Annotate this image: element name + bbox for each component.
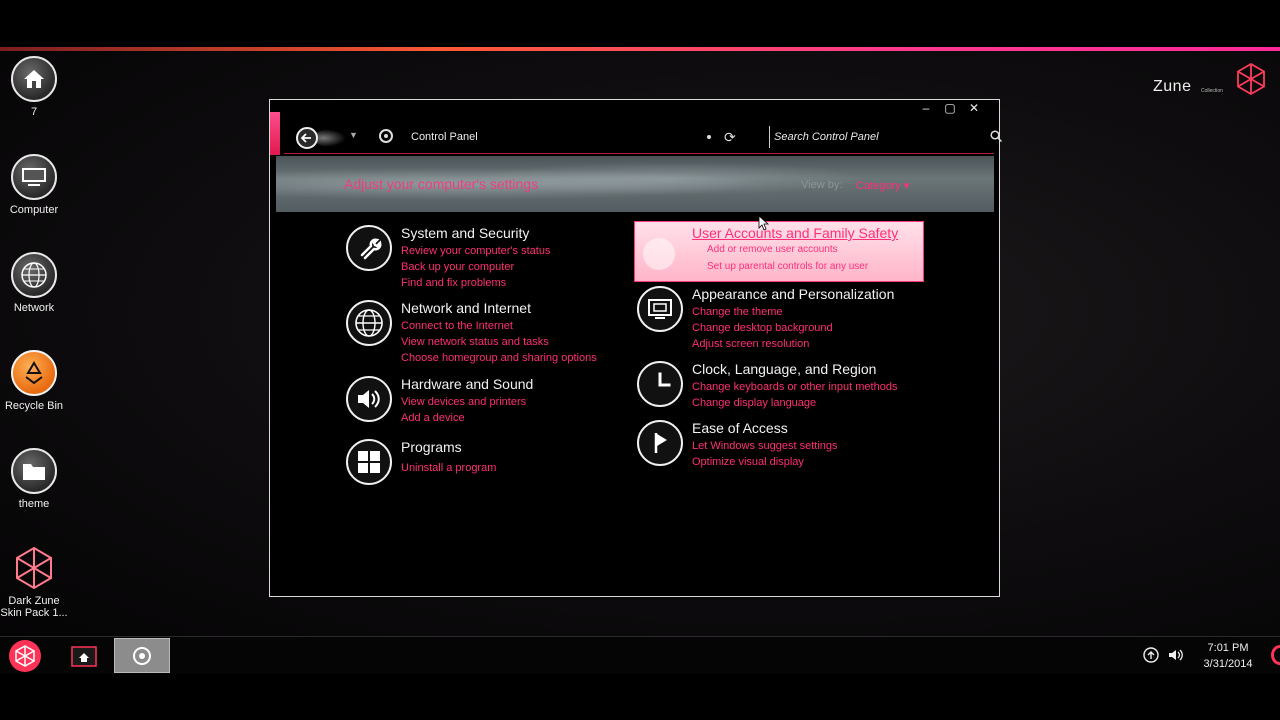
folder-icon [11,448,57,494]
gear-icon [133,646,151,665]
breadcrumb-control-panel[interactable]: Control Panel [411,131,478,143]
desktop-accent-stripe [0,47,1280,51]
category-link[interactable]: Set up parental controls for any user [707,261,868,272]
category-link[interactable]: Find and fix problems [401,275,550,291]
category-link[interactable]: Uninstall a program [401,460,496,476]
view-by-dropdown[interactable]: Category ▾ [856,179,909,192]
wrench-icon[interactable] [346,225,392,271]
desktop-icon-recycle-bin[interactable]: Recycle Bin [0,350,68,412]
desktop-icon-dark-zune[interactable]: Dark Zune Skin Pack 1... [0,545,68,619]
address-dot [707,135,711,139]
letterbox-bottom [0,674,1280,720]
category-title[interactable]: Appearance and Personalization [692,286,894,302]
category-link[interactable]: Adjust screen resolution [692,336,833,352]
category-link[interactable]: Optimize visual display [692,454,838,470]
windows-grid-icon[interactable] [346,439,392,485]
category-link[interactable]: Change desktop background [692,320,833,336]
zune-logo: Zune Collection [1150,60,1270,100]
clock-time: 7:01 PM [1207,642,1249,654]
letterbox-top [0,0,1280,48]
category-title[interactable]: Network and Internet [401,300,531,316]
window-controls: – ▢ ✕ [919,101,981,115]
history-dropdown-button[interactable]: ▼ [349,130,358,140]
category-title[interactable]: Ease of Access [692,420,788,436]
users-icon [643,238,675,270]
category-link[interactable]: Let Windows suggest settings [692,438,838,454]
category-link[interactable]: View network status and tasks [401,334,597,350]
search-input[interactable] [769,126,989,148]
zune-star-icon [1237,62,1265,96]
folder-home-icon [71,646,97,667]
speaker-icon[interactable] [346,376,392,422]
category-link[interactable]: Add a device [401,410,526,426]
desktop-icon-theme[interactable]: theme [0,448,68,510]
category-link[interactable]: Change keyboards or other input methods [692,379,897,395]
refresh-icon[interactable]: ⟳ [724,129,736,146]
desktop-icon-label: Network [13,302,55,314]
taskbar-file-explorer[interactable] [70,642,98,670]
desktop-icon-home[interactable]: 7 [0,56,68,118]
page-title: Adjust your computer's settings [344,176,539,192]
show-desktop-icon[interactable] [1271,645,1280,665]
zune-logo-sub: Collection [1201,88,1223,94]
monitor-icon[interactable] [637,286,683,332]
category-link[interactable]: View devices and printers [401,394,526,410]
zune-star-icon [11,545,57,591]
control-panel-window: – ▢ ✕ ▼ Control Panel ⟳ Adjust your comp… [269,99,1002,597]
view-by-label: View by: [801,179,843,191]
home-icon [11,56,57,102]
flag-icon[interactable] [637,420,683,466]
desktop-icon-computer[interactable]: Computer [0,154,68,216]
category-link[interactable]: Change the theme [692,304,833,320]
control-panel-icon [379,129,393,143]
maximize-button[interactable]: ▢ [943,101,957,115]
desktop-icon-label: 7 [30,106,38,118]
category-link[interactable]: Add or remove user accounts [707,244,838,255]
category-title[interactable]: Programs [401,439,462,455]
zune-star-icon [15,645,35,667]
window-accent-tab [270,112,280,155]
category-link[interactable]: Connect to the Internet [401,318,597,334]
back-button[interactable] [296,127,318,149]
category-title[interactable]: Clock, Language, and Region [692,361,876,377]
up-arrow-circle-icon[interactable] [1143,647,1159,663]
system-tray [1143,647,1185,663]
taskbar: 7:01 PM 3/31/2014 [0,636,1280,674]
globe-icon[interactable] [346,300,392,346]
recycle-icon [11,350,57,396]
globe-icon [11,252,57,298]
header-band: Adjust your computer's settings View by:… [276,156,994,212]
zune-logo-word: Zune [1153,78,1192,95]
desktop-icon-label: theme [18,498,50,510]
category-link[interactable]: Change display language [692,395,897,411]
minimize-button[interactable]: – [919,101,933,115]
category-link[interactable]: Choose homegroup and sharing options [401,350,597,366]
desktop-icon-label: Dark Zune Skin Pack 1... [0,595,68,619]
close-button[interactable]: ✕ [967,101,981,115]
category-title[interactable]: System and Security [401,225,529,241]
category-title[interactable]: User Accounts and Family Safety [692,225,898,241]
search-icon[interactable] [990,130,1002,142]
category-link[interactable]: Back up your computer [401,259,550,275]
taskbar-control-panel[interactable] [114,638,170,673]
desktop-icon-label: Computer [9,204,59,216]
volume-icon[interactable] [1167,647,1185,663]
clock-icon[interactable] [637,361,683,407]
desktop-icon-label: Recycle Bin [4,400,64,412]
back-glow [314,129,346,147]
address-bar: ▼ Control Panel ⟳ [284,120,1002,154]
mouse-cursor-icon [758,215,770,231]
taskbar-clock[interactable]: 7:01 PM 3/31/2014 [1196,640,1260,672]
arrow-left-icon [300,133,311,143]
category-user-accounts-highlighted[interactable]: User Accounts and Family Safety Add or r… [634,221,924,282]
start-button[interactable] [9,640,41,672]
category-title[interactable]: Hardware and Sound [401,376,533,392]
desktop-icon-network[interactable]: Network [0,252,68,314]
category-link[interactable]: Review your computer's status [401,243,550,259]
clock-date: 3/31/2014 [1203,658,1253,670]
computer-icon [11,154,57,200]
